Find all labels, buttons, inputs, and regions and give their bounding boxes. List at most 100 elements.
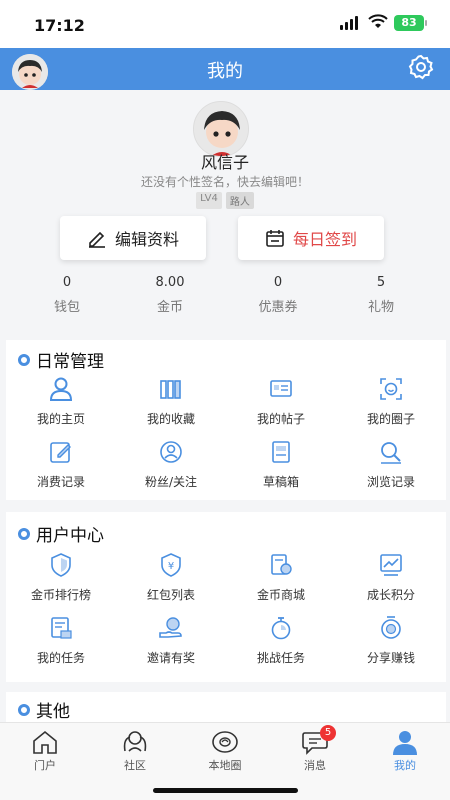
pencil-icon [88, 231, 105, 248]
stats-row: 0 钱包 8.00 金币 0 优惠券 5 礼物 [0, 275, 450, 315]
growth-icon [378, 552, 404, 578]
stat-value: 5 [376, 275, 386, 290]
other-section: 其他 [6, 692, 446, 722]
tab-portal[interactable]: 门户 [0, 723, 90, 800]
local-icon [212, 731, 238, 753]
section-title: 用户中心 [36, 526, 104, 546]
edit-profile-label: 编辑资料 [114, 230, 179, 249]
community-icon [123, 731, 147, 752]
grid-item-my-tasks[interactable]: 我的任务 [6, 615, 116, 678]
tab-label: 社区 [124, 759, 146, 772]
section-title: 日常管理 [36, 352, 104, 372]
me-icon [393, 731, 417, 755]
invite-icon [158, 615, 184, 641]
stat-label: 金币 [156, 300, 183, 315]
grid-item-label: 浏览记录 [366, 475, 415, 489]
daily-management-section: 日常管理 我的主页 我的收藏 我的帖子 我的圈子 消费记录 粉丝/关注 草稿箱 … [6, 340, 446, 500]
grid-item-favorites[interactable]: 我的收藏 [116, 376, 226, 439]
gear-icon[interactable] [408, 54, 434, 80]
grid-item-invite-rewards[interactable]: 邀请有奖 [116, 615, 226, 678]
browse-icon [378, 439, 404, 465]
section-dot-icon [18, 353, 30, 366]
grid-item-coin-ranking[interactable]: 金币排行榜 [6, 552, 116, 615]
tab-label: 门户 [34, 759, 56, 772]
books-icon [158, 376, 184, 402]
grid-item-drafts[interactable]: 草稿箱 [226, 439, 336, 502]
stat-wallet[interactable]: 0 钱包 [17, 275, 117, 315]
grid-item-browse-history[interactable]: 浏览记录 [336, 439, 446, 502]
grid-item-label: 我的帖子 [256, 412, 305, 426]
bio-text: 还没有个性签名，快去编辑吧！ [140, 175, 309, 189]
home-icon [33, 730, 57, 754]
edit-profile-button[interactable]: 编辑资料 [60, 216, 206, 260]
shop-icon [268, 552, 294, 578]
stat-coupons[interactable]: 0 优惠券 [228, 275, 328, 315]
daily-signin-label: 每日签到 [292, 230, 357, 249]
battery-indicator: 83 [394, 15, 427, 31]
edit-note-icon [48, 439, 74, 465]
daily-signin-button[interactable]: 每日签到 [238, 216, 384, 260]
grid-item-share-earn[interactable]: 分享赚钱 [336, 615, 446, 678]
grid-item-coin-mall[interactable]: 金币商城 [226, 552, 336, 615]
grid-item-label: 挑战任务 [256, 651, 305, 665]
fans-icon [158, 439, 184, 465]
daily-grid: 我的主页 我的收藏 我的帖子 我的圈子 消费记录 粉丝/关注 草稿箱 浏览记录 [6, 376, 446, 502]
grid-item-label: 我的圈子 [366, 412, 415, 426]
username: 风信子 [200, 153, 249, 172]
home-indicator [153, 788, 298, 793]
grid-item-label: 邀请有奖 [146, 651, 195, 665]
grid-item-label: 金币排行榜 [30, 588, 91, 602]
grid-item-spending-records[interactable]: 消费记录 [6, 439, 116, 502]
wifi-icon [368, 14, 388, 28]
svg-text:¥: ¥ [168, 561, 174, 572]
share-coin-icon [378, 615, 404, 641]
user-tags: LV4 路人 [0, 192, 450, 209]
calendar-icon [266, 230, 284, 247]
grid-item-challenge-tasks[interactable]: 挑战任务 [226, 615, 336, 678]
message-badge: 5 [320, 725, 336, 741]
tab-label: 本地圈 [208, 759, 242, 772]
status-bar: 17:12 83 [0, 0, 450, 50]
grid-item-my-posts[interactable]: 我的帖子 [226, 376, 336, 439]
user-center-grid: 金币排行榜 ¥ 红包列表 金币商城 成长积分 我的任务 邀请有奖 挑战任务 分享… [6, 552, 446, 678]
grid-item-label: 粉丝/关注 [144, 475, 198, 489]
grid-item-label: 金币商城 [256, 588, 305, 602]
tab-label: 我的 [394, 759, 416, 772]
stat-label: 钱包 [53, 300, 80, 315]
section-header: 日常管理 [18, 347, 104, 372]
section-dot-icon [18, 703, 30, 716]
stopwatch-icon [268, 615, 294, 641]
rank-badge: 路人 [225, 192, 254, 209]
header-bar: 我的 [0, 48, 450, 90]
grid-item-fans-follow[interactable]: 粉丝/关注 [116, 439, 226, 502]
signal-icon [340, 16, 358, 30]
stat-label: 优惠券 [258, 300, 298, 315]
level-badge: LV4 [196, 192, 222, 209]
post-icon [268, 376, 294, 402]
section-dot-icon [18, 527, 30, 540]
stat-label: 礼物 [367, 300, 394, 315]
user-icon [48, 376, 74, 402]
grid-item-my-circles[interactable]: 我的圈子 [336, 376, 446, 439]
grid-item-label: 我的收藏 [146, 412, 195, 426]
status-time: 17:12 [34, 16, 85, 35]
grid-item-label: 成长积分 [366, 588, 415, 602]
stat-value: 0 [62, 275, 72, 290]
grid-item-label: 草稿箱 [262, 475, 299, 489]
grid-item-red-packets[interactable]: ¥ 红包列表 [116, 552, 226, 615]
stat-gifts[interactable]: 5 礼物 [331, 275, 431, 315]
section-header: 用户中心 [18, 521, 104, 546]
grid-item-label: 分享赚钱 [366, 651, 415, 665]
grid-item-label: 消费记录 [36, 475, 85, 489]
grid-item-my-homepage[interactable]: 我的主页 [6, 376, 116, 439]
stat-coins[interactable]: 8.00 金币 [120, 275, 220, 315]
page-title: 我的 [207, 61, 243, 82]
red-packet-icon: ¥ [158, 552, 184, 578]
tab-me[interactable]: 我的 [360, 723, 450, 800]
section-header: 其他 [18, 697, 70, 722]
stat-value: 0 [273, 275, 283, 290]
grid-item-growth-points[interactable]: 成长积分 [336, 552, 446, 615]
grid-item-label: 红包列表 [146, 588, 195, 602]
stat-value: 8.00 [155, 275, 185, 290]
tab-label: 消息 [304, 759, 326, 772]
